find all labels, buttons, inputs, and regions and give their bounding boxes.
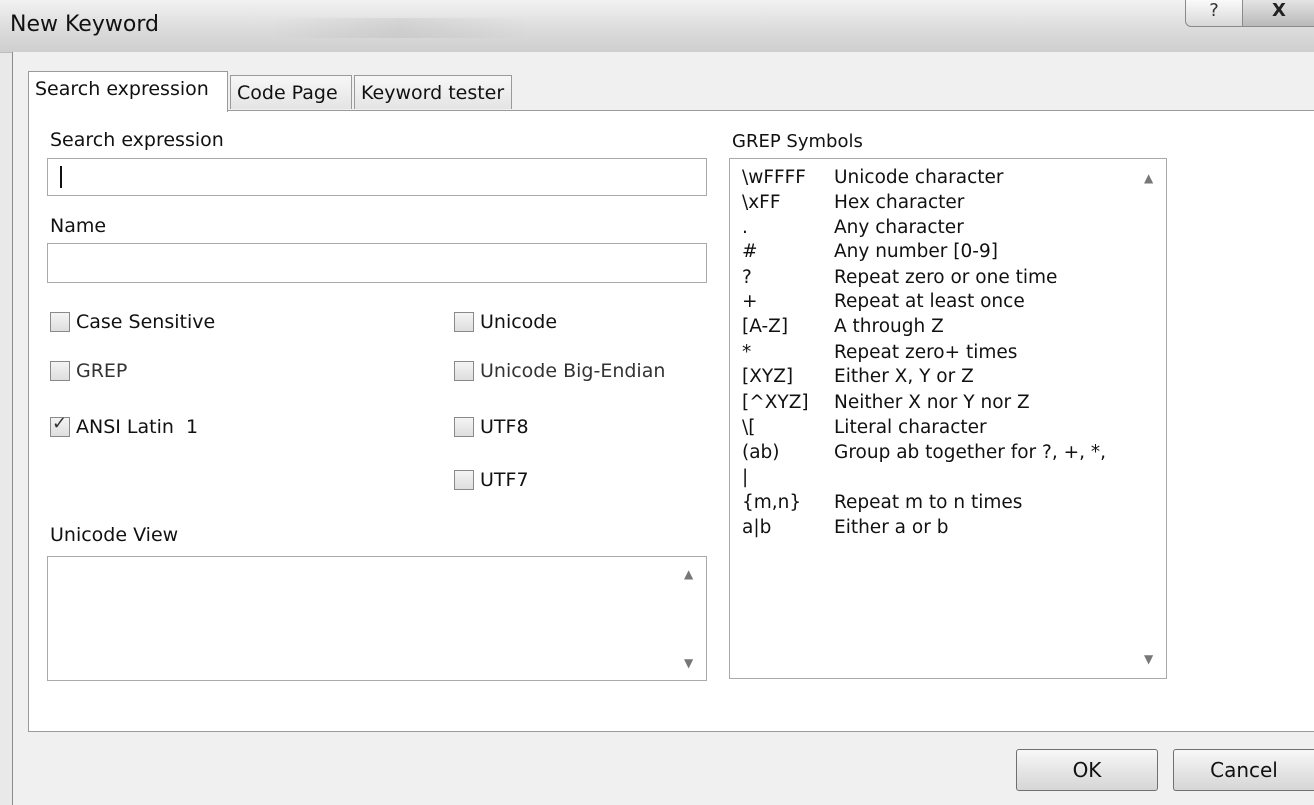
grep-symbol: [^XYZ] bbox=[742, 392, 809, 413]
checkbox-box[interactable] bbox=[454, 361, 474, 381]
checkbox-box[interactable] bbox=[454, 470, 474, 490]
unicode-label: Unicode bbox=[480, 311, 558, 333]
name-label: Name bbox=[50, 215, 107, 237]
grep-description: Any character bbox=[834, 217, 964, 238]
utf8-label: UTF8 bbox=[480, 416, 529, 438]
grep-description: Hex character bbox=[834, 192, 965, 213]
grep-description: Neither X nor Y nor Z bbox=[834, 392, 1030, 413]
ok-button[interactable]: OK bbox=[1016, 749, 1158, 791]
checkbox-box[interactable] bbox=[50, 312, 70, 332]
utf7-label: UTF7 bbox=[480, 469, 529, 491]
grep-symbol: a|b bbox=[742, 517, 772, 538]
grep-symbol: . bbox=[742, 217, 748, 238]
utf8-checkbox[interactable]: UTF8 bbox=[454, 416, 529, 438]
grep-description: Repeat zero+ times bbox=[834, 342, 1018, 363]
scroll-down-arrow-icon[interactable]: ▼ bbox=[1144, 652, 1153, 666]
scroll-down-arrow-icon[interactable]: ▼ bbox=[684, 656, 693, 670]
utf7-checkbox[interactable]: UTF7 bbox=[454, 469, 529, 491]
grep-symbols-list[interactable]: \wFFFF Unicode character \xFF Hex charac… bbox=[729, 158, 1167, 679]
search-expression-input[interactable] bbox=[47, 158, 707, 196]
grep-symbol: [XYZ] bbox=[742, 366, 794, 387]
case-sensitive-checkbox[interactable]: Case Sensitive bbox=[50, 311, 215, 333]
tab-keyword-tester[interactable]: Keyword tester bbox=[354, 75, 512, 109]
grep-symbol: [A-Z] bbox=[742, 316, 789, 337]
checkbox-box[interactable] bbox=[50, 361, 70, 381]
checkmark-icon: ✓ bbox=[52, 413, 68, 434]
help-button[interactable]: ? bbox=[1185, 0, 1243, 27]
grep-description: Repeat m to n times bbox=[834, 492, 1023, 513]
grep-symbol: {m,n} bbox=[742, 492, 802, 513]
checkbox-box[interactable]: ✓ bbox=[50, 413, 70, 437]
grep-symbol: # bbox=[742, 241, 758, 262]
grep-label: GREP bbox=[76, 360, 128, 382]
scroll-up-arrow-icon[interactable]: ▲ bbox=[1144, 171, 1153, 185]
tab-code-page[interactable]: Code Page bbox=[230, 75, 352, 109]
window-title: New Keyword bbox=[10, 12, 159, 37]
title-bar-glass bbox=[270, 18, 530, 38]
case-sensitive-label: Case Sensitive bbox=[76, 311, 216, 333]
grep-description: Either X, Y or Z bbox=[834, 366, 974, 387]
grep-symbol: + bbox=[742, 291, 758, 312]
grep-symbols-label: GREP Symbols bbox=[732, 131, 863, 152]
grep-description: Repeat at least once bbox=[834, 291, 1025, 312]
checkbox-box[interactable] bbox=[454, 312, 474, 332]
unicode-checkbox[interactable]: Unicode bbox=[454, 311, 557, 333]
tab-search-expression[interactable]: Search expression bbox=[28, 71, 228, 112]
grep-symbol: ? bbox=[742, 267, 752, 288]
grep-symbol: (ab) bbox=[742, 442, 780, 463]
grep-symbol: \[ bbox=[742, 417, 756, 438]
text-caret bbox=[60, 166, 62, 188]
grep-symbol: \xFF bbox=[742, 192, 781, 213]
grep-checkbox[interactable]: GREP bbox=[50, 360, 127, 382]
grep-symbol: * bbox=[742, 342, 752, 363]
unicode-big-endian-checkbox[interactable]: Unicode Big-Endian bbox=[454, 360, 665, 382]
close-button[interactable]: X bbox=[1242, 0, 1314, 27]
ansi-latin-checkbox[interactable]: ✓ ANSI Latin 1 bbox=[50, 413, 199, 438]
grep-description: Group ab together for ?, +, *, bbox=[834, 442, 1106, 463]
name-input[interactable] bbox=[47, 243, 707, 283]
checkbox-box[interactable] bbox=[454, 417, 474, 437]
search-expression-label: Search expression bbox=[50, 129, 224, 151]
grep-description: Repeat zero or one time bbox=[834, 267, 1058, 288]
grep-symbol: \wFFFF bbox=[742, 167, 806, 188]
ansi-latin-label: ANSI Latin 1 bbox=[76, 416, 199, 438]
grep-symbol: | bbox=[742, 467, 749, 488]
grep-description: Unicode character bbox=[834, 167, 1004, 188]
grep-description: Either a or b bbox=[834, 517, 949, 538]
unicode-view-textarea[interactable]: ▲ ▼ bbox=[47, 556, 707, 681]
grep-description: Literal character bbox=[834, 417, 987, 438]
unicode-big-endian-label: Unicode Big-Endian bbox=[480, 360, 666, 382]
scroll-up-arrow-icon[interactable]: ▲ bbox=[684, 567, 693, 581]
title-bar: New Keyword ? X bbox=[0, 0, 1314, 53]
unicode-view-scrollbar[interactable]: ▲ ▼ bbox=[672, 557, 706, 680]
cancel-button[interactable]: Cancel bbox=[1173, 749, 1314, 791]
grep-symbols-scrollbar[interactable]: ▲ ▼ bbox=[1132, 159, 1166, 678]
unicode-view-label: Unicode View bbox=[50, 524, 179, 546]
grep-description: Any number [0-9] bbox=[834, 241, 998, 262]
grep-description: A through Z bbox=[834, 316, 944, 337]
